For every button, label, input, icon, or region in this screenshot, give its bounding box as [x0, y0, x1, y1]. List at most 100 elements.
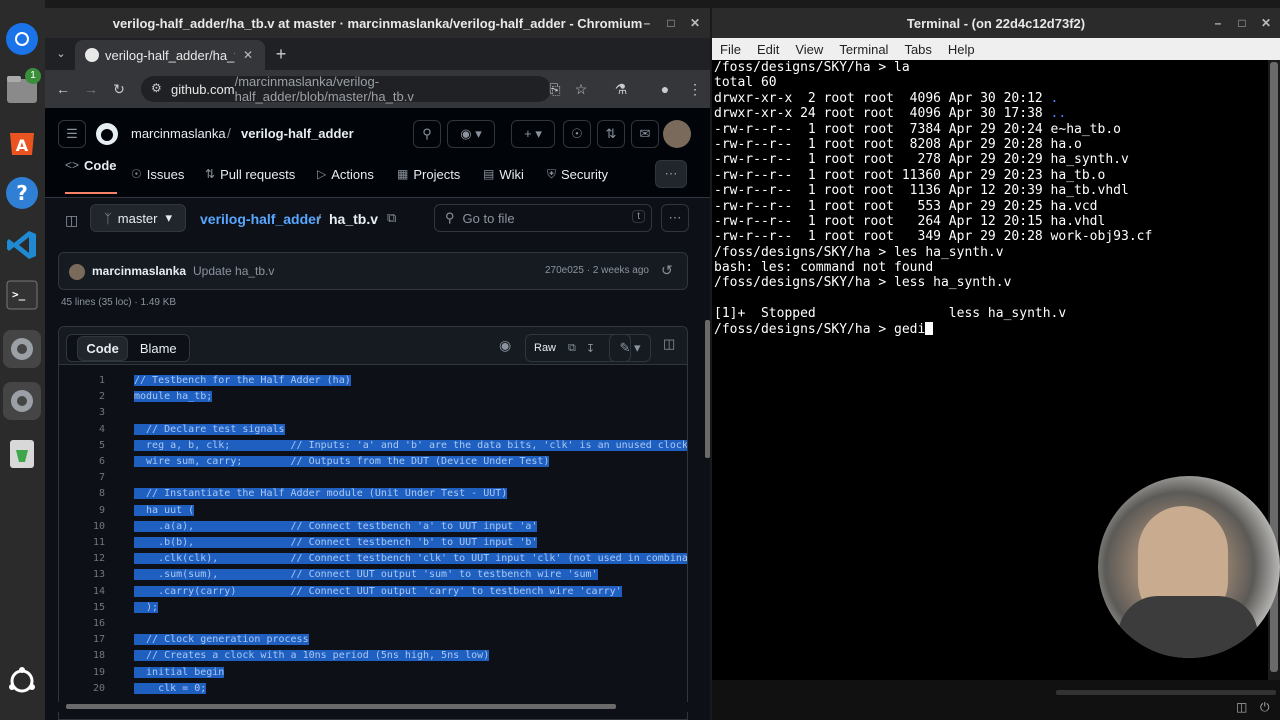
line-number[interactable]: 5 [59, 438, 105, 454]
tab-issues[interactable]: ☉ Issues [131, 164, 184, 184]
bookmark-star-icon[interactable]: ☆ [571, 79, 591, 99]
line-number[interactable]: 18 [59, 648, 105, 664]
code-line[interactable]: 4 // Declare test signals [59, 422, 687, 438]
line-number[interactable]: 7 [59, 470, 105, 486]
browser-tab[interactable]: verilog-half_adder/ha_tb ✕ [75, 40, 265, 70]
code-line[interactable]: 18 // Creates a clock with a 10ns period… [59, 648, 687, 664]
hamburger-menu-icon[interactable]: ☰ [58, 120, 86, 148]
tab-projects[interactable]: ▦ Projects [397, 164, 460, 184]
pull-requests-icon[interactable]: ⇅ [597, 120, 625, 148]
github-logo-icon[interactable] [95, 122, 119, 146]
reload-icon[interactable]: ↻ [109, 79, 129, 99]
line-number[interactable]: 9 [59, 503, 105, 519]
back-icon[interactable]: ← [53, 79, 73, 99]
code-line[interactable]: 10 .a(a), // Connect testbench 'a' to UU… [59, 519, 687, 535]
menu-terminal[interactable]: Terminal [831, 42, 896, 57]
inbox-icon[interactable]: ✉ [631, 120, 659, 148]
line-number[interactable]: 17 [59, 632, 105, 648]
menu-file[interactable]: File [712, 42, 749, 57]
network-icon[interactable]: ◫ [1236, 700, 1247, 714]
line-number[interactable]: 6 [59, 454, 105, 470]
code-line[interactable]: 20 clk = 0; [59, 681, 687, 697]
edit-icon[interactable]: ✎ ▾ [609, 334, 651, 362]
commit-message[interactable]: Update ha_tb.v [193, 264, 274, 278]
terminal-icon[interactable]: >_ [3, 276, 41, 314]
ubuntu-icon[interactable] [3, 662, 41, 700]
copy-icon[interactable]: ⧉ [568, 342, 576, 355]
line-number[interactable]: 11 [59, 535, 105, 551]
line-number[interactable]: 20 [59, 681, 105, 697]
line-number[interactable]: 4 [59, 422, 105, 438]
code-line[interactable]: 3 [59, 405, 687, 421]
issues-icon[interactable]: ☉ [563, 120, 591, 148]
profile-icon[interactable]: ● [655, 79, 675, 99]
code-line[interactable]: 17 // Clock generation process [59, 632, 687, 648]
close-icon[interactable]: ✕ [687, 15, 703, 31]
code-line[interactable]: 8 // Instantiate the Half Adder module (… [59, 486, 687, 502]
minimize-icon[interactable]: – [639, 15, 655, 31]
code-line[interactable]: 2 module ha_tb; [59, 389, 687, 405]
branch-selector[interactable]: ᛉ master ▾ [90, 204, 186, 232]
search-icon[interactable]: ⚲ [413, 120, 441, 148]
raw-button[interactable]: Raw [534, 342, 556, 354]
side-panel-icon[interactable]: ◫ [65, 212, 78, 229]
blame-view-tab[interactable]: Blame [140, 341, 177, 356]
maximize-icon[interactable]: □ [663, 15, 679, 31]
help-icon[interactable]: ? [3, 174, 41, 212]
line-number[interactable]: 15 [59, 600, 105, 616]
code-line[interactable]: 6 wire sum, carry; // Outputs from the D… [59, 454, 687, 470]
symbols-panel-icon[interactable]: ◫ [663, 336, 675, 352]
code-line[interactable]: 15 ); [59, 600, 687, 616]
code-view-tab[interactable]: Code [77, 335, 128, 361]
tab-actions[interactable]: ▷ Actions [317, 164, 374, 184]
go-to-file-input[interactable]: ⚲ Go to file t [434, 204, 652, 232]
tab-security[interactable]: ⛨ Security [547, 164, 608, 184]
trash-icon[interactable] [3, 434, 41, 472]
menu-help[interactable]: Help [940, 42, 983, 57]
code-line[interactable]: 12 .clk(clk), // Connect testbench 'clk'… [59, 551, 687, 567]
line-number[interactable]: 16 [59, 616, 105, 632]
code-area[interactable]: 1 // Testbench for the Half Adder (ha) 2 mo… [59, 365, 687, 719]
forward-icon[interactable]: → [81, 79, 101, 99]
terminal-hscroll[interactable] [1056, 690, 1276, 695]
code-line[interactable]: 9 ha uut ( [59, 503, 687, 519]
code-hscroll[interactable] [58, 702, 688, 712]
copy-path-icon[interactable]: ⧉ [387, 210, 396, 226]
tab-pull-requests[interactable]: ⇅ Pull requests [205, 164, 295, 184]
menu-tabs[interactable]: Tabs [896, 42, 939, 57]
settings-icon-2[interactable] [3, 382, 41, 420]
code-line[interactable]: 1 // Testbench for the Half Adder (ha) [59, 373, 687, 389]
code-line[interactable]: 19 initial begin [59, 665, 687, 681]
commit-meta[interactable]: 270e025 · 2 weeks ago [545, 265, 649, 276]
code-line[interactable]: 13 .sum(sum), // Connect UUT output 'sum… [59, 567, 687, 583]
line-number[interactable]: 19 [59, 665, 105, 681]
files-icon[interactable]: 1 [3, 68, 41, 108]
site-info-icon[interactable]: ⚙ [151, 81, 162, 95]
more-nav-icon[interactable]: ⋯ [655, 160, 687, 188]
code-hscroll-thumb[interactable] [66, 704, 616, 709]
line-number[interactable]: 12 [59, 551, 105, 567]
code-line[interactable]: 14 .carry(carry) // Connect UUT output '… [59, 584, 687, 600]
labs-flask-icon[interactable]: ⚗ [611, 79, 631, 99]
tab-list-icon[interactable]: ⌄ [51, 44, 71, 64]
line-number[interactable]: 2 [59, 389, 105, 405]
commit-author[interactable]: marcinmaslanka [92, 264, 186, 278]
tab-wiki[interactable]: ▤ Wiki [483, 164, 524, 184]
tab-close-icon[interactable]: ✕ [243, 48, 253, 62]
vscode-icon[interactable] [3, 226, 41, 264]
more-options-icon[interactable]: ⋯ [661, 204, 689, 232]
avatar[interactable] [663, 120, 691, 148]
line-number[interactable]: 14 [59, 584, 105, 600]
install-app-icon[interactable]: ⎘ [545, 79, 565, 99]
settings-icon[interactable] [3, 330, 41, 368]
line-number[interactable]: 8 [59, 486, 105, 502]
code-line[interactable]: 5 reg a, b, clk; // Inputs: 'a' and 'b' … [59, 438, 687, 454]
repo-owner-link[interactable]: marcinmaslanka [131, 126, 226, 141]
menu-view[interactable]: View [787, 42, 831, 57]
url-input[interactable]: ⚙ github.com/marcinmaslanka/verilog-half… [141, 74, 551, 104]
power-icon[interactable]: ⏻ [1260, 700, 1270, 715]
code-line[interactable]: 7 [59, 470, 687, 486]
new-tab-icon[interactable]: + [271, 44, 291, 64]
close-icon[interactable]: ✕ [1258, 15, 1274, 31]
line-number[interactable]: 10 [59, 519, 105, 535]
